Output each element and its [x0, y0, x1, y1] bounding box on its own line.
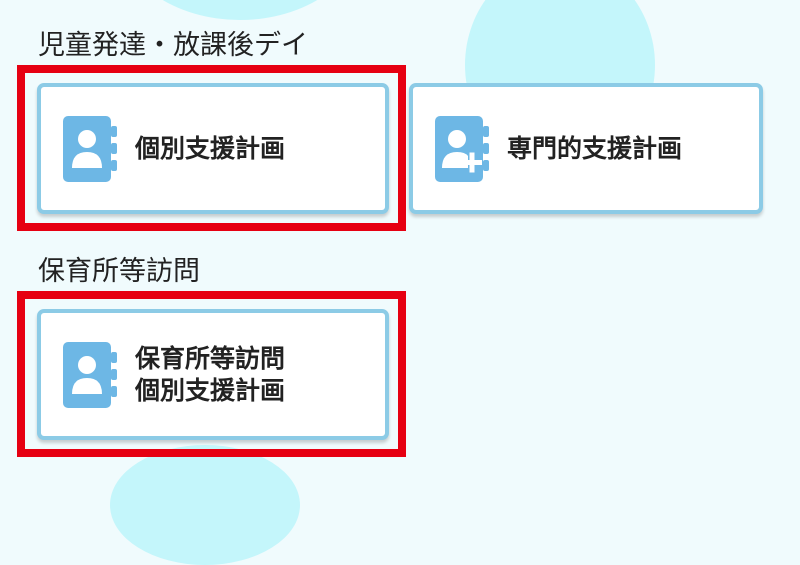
- card-label: 専門的支援計画: [507, 87, 682, 210]
- nursery-visit-support-plan-button[interactable]: 保育所等訪問 個別支援計画: [37, 309, 389, 440]
- background-circle: [110, 445, 300, 565]
- contact-book-plus-icon: [435, 116, 489, 182]
- contact-book-icon: [63, 342, 117, 408]
- individual-support-plan-button[interactable]: 個別支援計画: [37, 83, 389, 214]
- contact-book-icon: [63, 116, 117, 182]
- individual-support-plan-label: 個別支援計画: [135, 133, 286, 163]
- card-label: 個別支援計画: [135, 87, 285, 210]
- specialized-support-plan-label: 専門的支援計画: [507, 133, 683, 163]
- section-heading-nursery-visit: 保育所等訪問: [38, 256, 200, 287]
- background-circle: [120, 0, 360, 20]
- nursery-visit-label-line1: 保育所等訪問: [135, 343, 286, 373]
- card-label: 保育所等訪問 個別支援計画: [135, 313, 285, 436]
- specialized-support-plan-button[interactable]: 専門的支援計画: [409, 83, 763, 214]
- section-heading-child-development: 児童発達・放課後デイ: [38, 30, 308, 61]
- nursery-visit-label-line2: 個別支援計画: [135, 375, 286, 405]
